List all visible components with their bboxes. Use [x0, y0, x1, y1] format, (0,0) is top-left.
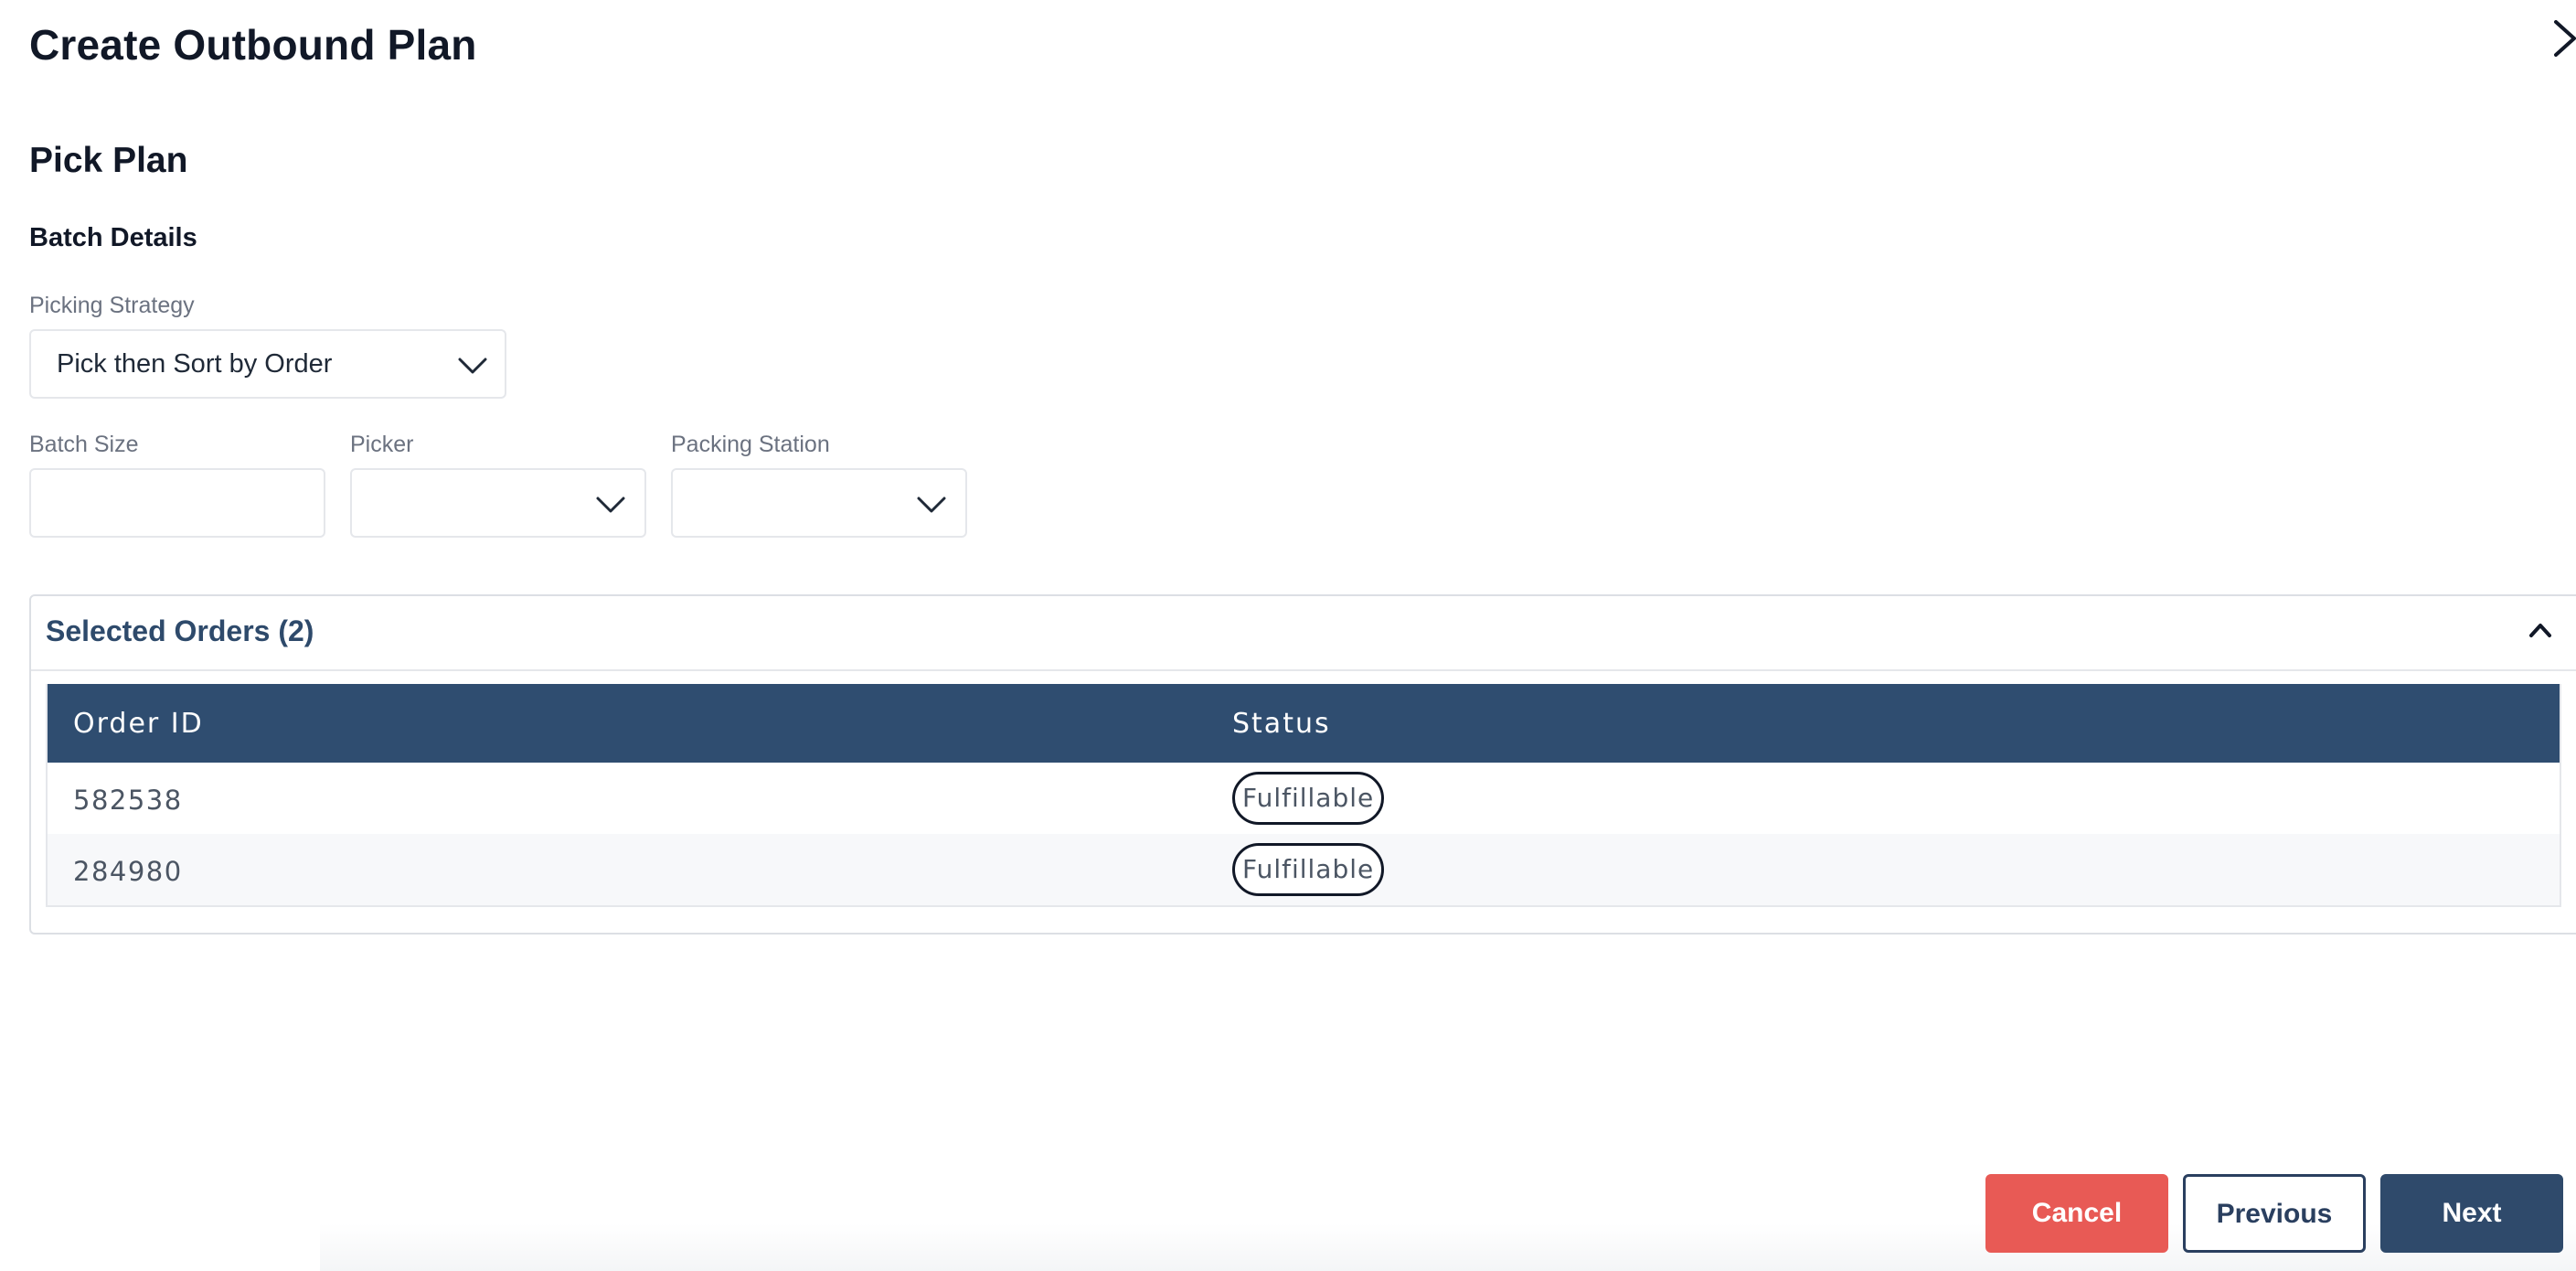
create-outbound-plan-modal: Create Outbound Plan Pick Plan Batch Det…: [0, 0, 2576, 1271]
chevron-down-icon: [917, 497, 946, 513]
table-row[interactable]: 284980 Fulfillable: [48, 834, 2560, 905]
order-id-cell: 284980: [73, 856, 183, 887]
next-button[interactable]: Next: [2380, 1174, 2563, 1253]
picking-strategy-value: Pick then Sort by Order: [57, 349, 333, 379]
chevron-down-icon: [458, 358, 487, 374]
packing-station-label: Packing Station: [671, 432, 830, 457]
selected-orders-panel: Selected Orders (2) Order ID Status 5825…: [29, 594, 2576, 935]
chevron-up-icon[interactable]: [2528, 622, 2552, 638]
status-badge: Fulfillable: [1232, 772, 1385, 825]
table-row[interactable]: 582538 Fulfillable: [48, 763, 2560, 834]
picker-label: Picker: [350, 432, 414, 457]
column-header-order-id: Order ID: [73, 708, 204, 740]
picker-select[interactable]: [350, 468, 646, 538]
cancel-button[interactable]: Cancel: [1985, 1174, 2168, 1253]
column-header-status: Status: [1232, 708, 1331, 740]
selected-orders-header[interactable]: Selected Orders (2): [31, 596, 2576, 671]
close-icon[interactable]: [2552, 18, 2576, 59]
packing-station-select[interactable]: [671, 468, 967, 538]
section-title-pick-plan: Pick Plan: [29, 141, 188, 180]
status-badge: Fulfillable: [1232, 843, 1385, 896]
batch-size-label: Batch Size: [29, 432, 139, 457]
selected-orders-title: Selected Orders (2): [46, 614, 314, 647]
picking-strategy-select[interactable]: Pick then Sort by Order: [29, 329, 506, 399]
subsection-title-batch-details: Batch Details: [29, 223, 197, 252]
batch-size-input[interactable]: [29, 468, 325, 538]
picking-strategy-label: Picking Strategy: [29, 293, 195, 318]
selected-orders-table: Order ID Status 582538 Fulfillable 28498…: [46, 684, 2561, 907]
previous-button[interactable]: Previous: [2183, 1174, 2366, 1253]
order-id-cell: 582538: [73, 785, 183, 816]
table-header-row: Order ID Status: [48, 684, 2560, 763]
modal-title: Create Outbound Plan: [29, 21, 477, 69]
chevron-down-icon: [596, 497, 625, 513]
